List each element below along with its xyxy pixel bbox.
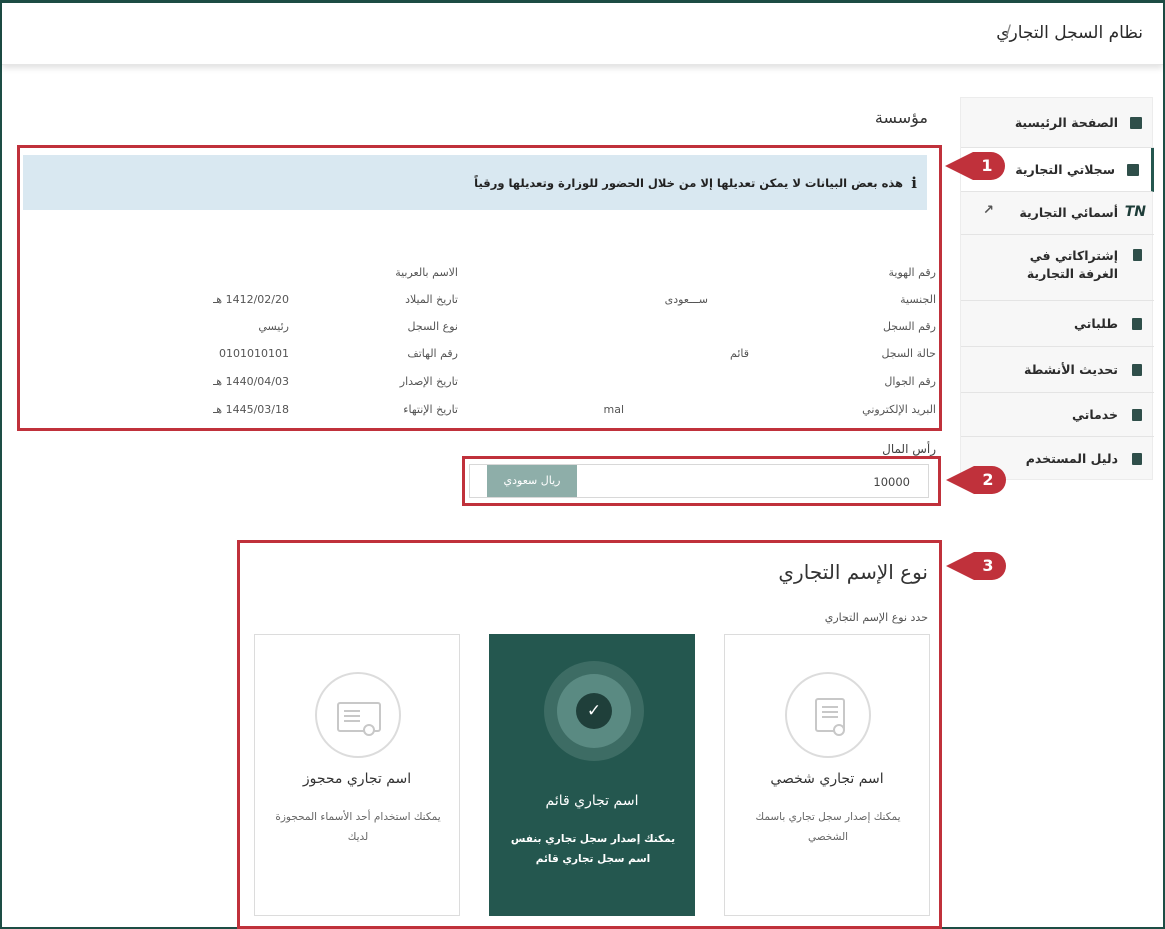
sidebar-item-home[interactable]: الصفحة الرئيسية <box>961 98 1154 148</box>
external-link-icon[interactable]: ↗ <box>983 203 994 218</box>
annotation-box-1 <box>17 145 942 431</box>
sidebar-item-label: خدماتي <box>1071 407 1118 422</box>
page-title: مؤسسة <box>874 108 928 127</box>
tn-icon: TN <box>1124 204 1146 220</box>
annotation-badge-3: 3 <box>946 550 1008 582</box>
bookmark-icon <box>1133 249 1142 261</box>
breadcrumb-separator: / <box>1005 22 1011 42</box>
sidebar-item-trade-names[interactable]: TN أسمائي التجارية ↗ <box>961 192 1154 235</box>
sidebar-item-label: أسمائي التجارية <box>1019 205 1118 220</box>
sidebar-item-label: سجلاتي التجارية <box>1015 162 1115 177</box>
sidebar-item-my-services[interactable]: خدماتي <box>961 393 1154 437</box>
briefcase-icon <box>1127 164 1139 176</box>
annotation-badge-2: 2 <box>946 464 1008 496</box>
top-bar: نظام السجل التجاري / <box>2 3 1163 65</box>
app-title: نظام السجل التجاري <box>996 23 1143 43</box>
sidebar-item-label: إشتراكاتي في الغرفة التجارية <box>1026 248 1118 281</box>
annotation-box-2 <box>462 456 941 506</box>
document-icon <box>1132 453 1142 465</box>
capital-label: رأس المال <box>882 442 936 456</box>
dashboard-icon <box>1130 117 1142 129</box>
sidebar-item-update-activities[interactable]: تحديث الأنشطة <box>961 347 1154 393</box>
sidebar-item-label: طلباتي <box>1073 316 1118 331</box>
sidebar-item-chamber-subscriptions[interactable]: إشتراكاتي في الغرفة التجارية <box>961 235 1154 301</box>
document-icon <box>1132 409 1142 421</box>
sidebar-item-label: الصفحة الرئيسية <box>1014 115 1118 130</box>
annotation-box-3 <box>237 540 942 929</box>
annotation-badge-1: 1 <box>945 150 1007 182</box>
sidebar-item-my-requests[interactable]: طلباتي <box>961 301 1154 347</box>
sidebar-item-label: تحديث الأنشطة <box>1024 362 1118 377</box>
document-icon <box>1132 364 1142 376</box>
sidebar-item-label: دليل المستخدم <box>1025 451 1118 466</box>
document-icon <box>1132 318 1142 330</box>
